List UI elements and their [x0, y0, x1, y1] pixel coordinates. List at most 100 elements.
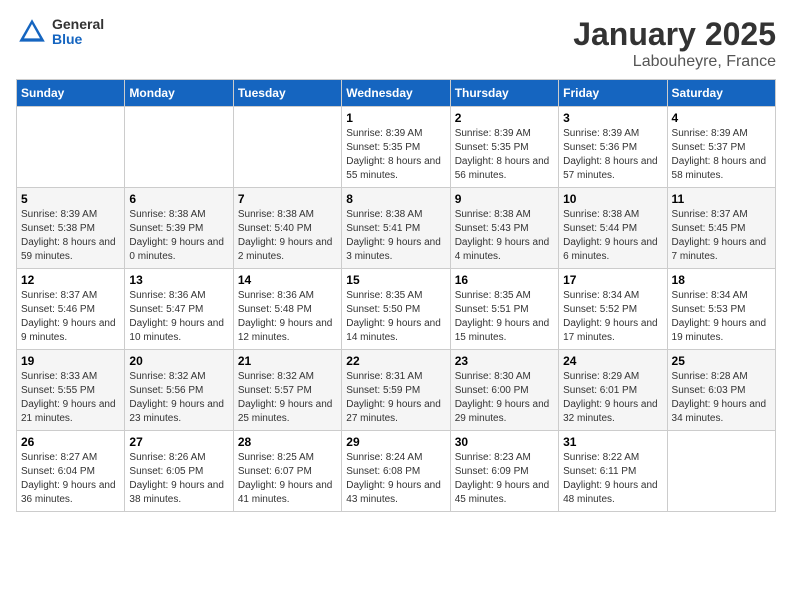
day-info: Sunrise: 8:25 AM Sunset: 6:07 PM Dayligh… — [238, 451, 337, 507]
calendar-week-row: 5 Sunrise: 8:39 AM Sunset: 5:38 PM Daylig… — [17, 188, 776, 269]
calendar-cell: 12 Sunrise: 8:37 AM Sunset: 5:46 PM Dayli… — [17, 269, 125, 350]
day-info: Sunrise: 8:27 AM Sunset: 6:04 PM Dayligh… — [21, 451, 120, 507]
weekday-header: Sunday — [17, 80, 125, 107]
day-number: 24 — [563, 354, 662, 368]
day-number: 23 — [455, 354, 554, 368]
day-number: 7 — [238, 192, 337, 206]
calendar-cell: 8Sunrise: 8:38 AM Sunset: 5:41 PM Daylig… — [342, 188, 450, 269]
calendar-cell: 11 Sunrise: 8:37 AM Sunset: 5:45 PM Dayli… — [667, 188, 775, 269]
calendar-cell: 24 Sunrise: 8:29 AM Sunset: 6:01 PM Dayli… — [559, 350, 667, 431]
logo-general: General — [52, 17, 104, 32]
day-number: 6 — [129, 192, 228, 206]
logo-text: General Blue — [52, 17, 104, 48]
day-info: Sunrise: 8:32 AM Sunset: 5:56 PM Dayligh… — [129, 370, 228, 426]
day-number: 31 — [563, 435, 662, 449]
logo: General Blue — [16, 16, 104, 48]
day-number: 19 — [21, 354, 120, 368]
calendar-cell — [17, 107, 125, 188]
day-number: 4 — [672, 111, 771, 125]
calendar-cell: 27Sunrise: 8:26 AM Sunset: 6:05 PM Dayli… — [125, 431, 233, 512]
day-info: Sunrise: 8:36 AM Sunset: 5:48 PM Dayligh… — [238, 289, 337, 345]
day-info: Sunrise: 8:39 AM Sunset: 5:35 PM Dayligh… — [455, 127, 554, 183]
day-info: Sunrise: 8:37 AM Sunset: 5:45 PM Dayligh… — [672, 208, 771, 264]
calendar-cell: 28 Sunrise: 8:25 AM Sunset: 6:07 PM Dayli… — [233, 431, 341, 512]
calendar-cell: 26 Sunrise: 8:27 AM Sunset: 6:04 PM Dayli… — [17, 431, 125, 512]
calendar-subtitle: Labouheyre, France — [573, 53, 776, 71]
day-info: Sunrise: 8:36 AM Sunset: 5:47 PM Dayligh… — [129, 289, 228, 345]
calendar-cell: 30 Sunrise: 8:23 AM Sunset: 6:09 PM Dayli… — [450, 431, 558, 512]
logo-icon — [16, 16, 48, 48]
day-number: 13 — [129, 273, 228, 287]
weekday-row: SundayMondayTuesdayWednesdayThursdayFrid… — [17, 80, 776, 107]
day-info: Sunrise: 8:32 AM Sunset: 5:57 PM Dayligh… — [238, 370, 337, 426]
day-info: Sunrise: 8:24 AM Sunset: 6:08 PM Dayligh… — [346, 451, 445, 507]
day-number: 5 — [21, 192, 120, 206]
calendar-title: January 2025 — [573, 16, 776, 53]
title-block: January 2025 Labouheyre, France — [573, 16, 776, 71]
day-number: 26 — [21, 435, 120, 449]
day-info: Sunrise: 8:37 AM Sunset: 5:46 PM Dayligh… — [21, 289, 120, 345]
day-number: 22 — [346, 354, 445, 368]
day-number: 2 — [455, 111, 554, 125]
day-info: Sunrise: 8:38 AM Sunset: 5:39 PM Dayligh… — [129, 208, 228, 264]
day-number: 10 — [563, 192, 662, 206]
calendar-week-row: 1Sunrise: 8:39 AM Sunset: 5:35 PM Daylig… — [17, 107, 776, 188]
weekday-header: Wednesday — [342, 80, 450, 107]
day-number: 14 — [238, 273, 337, 287]
calendar-cell: 22 Sunrise: 8:31 AM Sunset: 5:59 PM Dayli… — [342, 350, 450, 431]
calendar-cell: 14 Sunrise: 8:36 AM Sunset: 5:48 PM Dayli… — [233, 269, 341, 350]
calendar-cell: 9Sunrise: 8:38 AM Sunset: 5:43 PM Daylig… — [450, 188, 558, 269]
page-header: General Blue January 2025 Labouheyre, Fr… — [16, 16, 776, 71]
day-number: 25 — [672, 354, 771, 368]
calendar-cell: 3Sunrise: 8:39 AM Sunset: 5:36 PM Daylig… — [559, 107, 667, 188]
calendar-cell: 13 Sunrise: 8:36 AM Sunset: 5:47 PM Dayli… — [125, 269, 233, 350]
day-number: 12 — [21, 273, 120, 287]
day-number: 11 — [672, 192, 771, 206]
calendar-cell: 6 Sunrise: 8:38 AM Sunset: 5:39 PM Daylig… — [125, 188, 233, 269]
calendar-cell: 10 Sunrise: 8:38 AM Sunset: 5:44 PM Dayli… — [559, 188, 667, 269]
calendar-cell: 15Sunrise: 8:35 AM Sunset: 5:50 PM Dayli… — [342, 269, 450, 350]
day-info: Sunrise: 8:34 AM Sunset: 5:52 PM Dayligh… — [563, 289, 662, 345]
calendar-cell: 1Sunrise: 8:39 AM Sunset: 5:35 PM Daylig… — [342, 107, 450, 188]
calendar-header: SundayMondayTuesdayWednesdayThursdayFrid… — [17, 80, 776, 107]
day-info: Sunrise: 8:22 AM Sunset: 6:11 PM Dayligh… — [563, 451, 662, 507]
day-number: 17 — [563, 273, 662, 287]
calendar-cell: 29 Sunrise: 8:24 AM Sunset: 6:08 PM Dayli… — [342, 431, 450, 512]
weekday-header: Saturday — [667, 80, 775, 107]
day-info: Sunrise: 8:39 AM Sunset: 5:37 PM Dayligh… — [672, 127, 771, 183]
calendar-body: 1Sunrise: 8:39 AM Sunset: 5:35 PM Daylig… — [17, 107, 776, 512]
weekday-header: Friday — [559, 80, 667, 107]
day-info: Sunrise: 8:38 AM Sunset: 5:43 PM Dayligh… — [455, 208, 554, 264]
day-info: Sunrise: 8:39 AM Sunset: 5:35 PM Dayligh… — [346, 127, 445, 183]
day-info: Sunrise: 8:38 AM Sunset: 5:41 PM Dayligh… — [346, 208, 445, 264]
calendar-cell: 23 Sunrise: 8:30 AM Sunset: 6:00 PM Dayli… — [450, 350, 558, 431]
day-info: Sunrise: 8:34 AM Sunset: 5:53 PM Dayligh… — [672, 289, 771, 345]
day-number: 16 — [455, 273, 554, 287]
calendar-week-row: 12 Sunrise: 8:37 AM Sunset: 5:46 PM Dayli… — [17, 269, 776, 350]
calendar-cell: 16 Sunrise: 8:35 AM Sunset: 5:51 PM Dayli… — [450, 269, 558, 350]
calendar-cell — [667, 431, 775, 512]
day-info: Sunrise: 8:29 AM Sunset: 6:01 PM Dayligh… — [563, 370, 662, 426]
day-info: Sunrise: 8:30 AM Sunset: 6:00 PM Dayligh… — [455, 370, 554, 426]
calendar-cell — [125, 107, 233, 188]
day-number: 28 — [238, 435, 337, 449]
day-info: Sunrise: 8:35 AM Sunset: 5:51 PM Dayligh… — [455, 289, 554, 345]
calendar-table: SundayMondayTuesdayWednesdayThursdayFrid… — [16, 79, 776, 512]
day-number: 27 — [129, 435, 228, 449]
day-info: Sunrise: 8:28 AM Sunset: 6:03 PM Dayligh… — [672, 370, 771, 426]
day-info: Sunrise: 8:31 AM Sunset: 5:59 PM Dayligh… — [346, 370, 445, 426]
calendar-cell: 20Sunrise: 8:32 AM Sunset: 5:56 PM Dayli… — [125, 350, 233, 431]
day-info: Sunrise: 8:39 AM Sunset: 5:38 PM Dayligh… — [21, 208, 120, 264]
weekday-header: Tuesday — [233, 80, 341, 107]
calendar-week-row: 26 Sunrise: 8:27 AM Sunset: 6:04 PM Dayli… — [17, 431, 776, 512]
calendar-cell: 18Sunrise: 8:34 AM Sunset: 5:53 PM Dayli… — [667, 269, 775, 350]
day-number: 29 — [346, 435, 445, 449]
day-info: Sunrise: 8:23 AM Sunset: 6:09 PM Dayligh… — [455, 451, 554, 507]
day-number: 15 — [346, 273, 445, 287]
day-number: 30 — [455, 435, 554, 449]
day-info: Sunrise: 8:38 AM Sunset: 5:44 PM Dayligh… — [563, 208, 662, 264]
day-info: Sunrise: 8:39 AM Sunset: 5:36 PM Dayligh… — [563, 127, 662, 183]
calendar-cell: 2 Sunrise: 8:39 AM Sunset: 5:35 PM Daylig… — [450, 107, 558, 188]
day-info: Sunrise: 8:33 AM Sunset: 5:55 PM Dayligh… — [21, 370, 120, 426]
calendar-cell: 25 Sunrise: 8:28 AM Sunset: 6:03 PM Dayli… — [667, 350, 775, 431]
